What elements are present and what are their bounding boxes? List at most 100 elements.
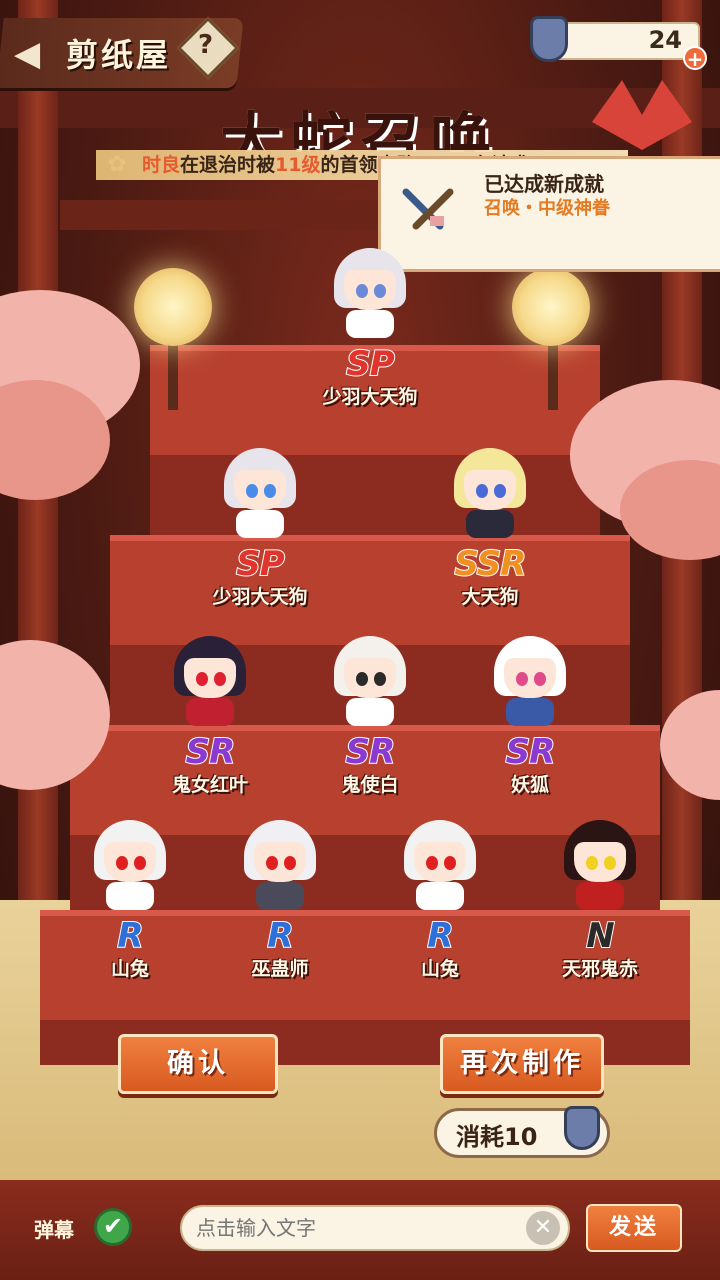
make-again-button[interactable]: 再次制作	[440, 1034, 604, 1094]
rarity-badge: R	[426, 915, 454, 957]
portrait-body	[346, 310, 394, 338]
portrait-face	[344, 658, 396, 698]
portrait-eye	[116, 856, 128, 870]
shikigami-name: 天邪鬼赤	[561, 958, 638, 980]
danmaku-label: 弹幕	[34, 1218, 74, 1242]
shikigami-name: 山兔	[110, 958, 149, 980]
banner-title: 大蛇召唤	[219, 105, 500, 152]
shikigami-name: 少羽大天狗	[212, 586, 308, 608]
shikigami-card[interactable]: R 巫蛊师	[210, 820, 350, 980]
rarity-badge: SP	[345, 343, 395, 385]
portrait-eye	[246, 484, 258, 498]
portrait-face	[464, 470, 516, 510]
notice-player: 时良	[142, 154, 181, 176]
rarity-badge: R	[116, 915, 144, 957]
shikigami-name: 山兔	[420, 958, 459, 980]
portrait-eye	[284, 856, 296, 870]
shikigami-name: 鬼女红叶	[171, 774, 248, 796]
chevron-left-icon[interactable]: ◀	[14, 34, 40, 74]
shikigami-portrait	[404, 820, 476, 910]
portrait-face	[184, 658, 236, 698]
paper-doll-ticket-icon	[564, 1106, 600, 1150]
portrait-face	[104, 842, 156, 882]
portrait-eye	[196, 672, 208, 686]
portrait-face	[414, 842, 466, 882]
shikigami-name: 少羽大天狗	[322, 386, 418, 408]
shikigami-portrait	[454, 448, 526, 538]
shikigami-portrait	[334, 636, 406, 726]
shikigami-card[interactable]: SSR 大天狗	[420, 448, 560, 608]
portrait-eye	[214, 672, 226, 686]
shikigami-card[interactable]: SR 鬼使白	[300, 636, 440, 796]
rarity-badge: SR	[505, 731, 557, 773]
portrait-eye	[264, 484, 276, 498]
shikigami-card[interactable]: SP 少羽大天狗	[190, 448, 330, 608]
page-title: 剪纸屋	[66, 36, 172, 74]
portrait-eye	[586, 856, 598, 870]
shikigami-card[interactable]: R 山兔	[60, 820, 200, 980]
rarity-badge: R	[266, 915, 294, 957]
portrait-eye	[444, 856, 456, 870]
portrait-eye	[134, 856, 146, 870]
rarity-badge: SR	[345, 731, 397, 773]
portrait-body	[466, 510, 514, 538]
shikigami-card[interactable]: N 天邪鬼赤	[530, 820, 670, 980]
portrait-face	[254, 842, 306, 882]
portrait-face	[504, 658, 556, 698]
clear-icon[interactable]: ✕	[526, 1211, 560, 1245]
paper-doll-ticket-icon	[530, 16, 568, 62]
portrait-eye	[266, 856, 278, 870]
send-button[interactable]: 发送	[586, 1204, 682, 1252]
rarity-badge: SP	[235, 543, 285, 585]
lantern-icon	[512, 268, 590, 346]
portrait-eye	[426, 856, 438, 870]
shikigami-portrait	[334, 248, 406, 338]
achievement-title: 已达成新成就	[484, 172, 604, 196]
achievement-subtitle: 召唤・中级神眷	[484, 198, 610, 219]
add-currency-button[interactable]: +	[683, 46, 707, 70]
sakura-flower-icon: ✿	[108, 152, 127, 177]
portrait-body	[236, 510, 284, 538]
cost-label: 消耗10	[456, 1123, 538, 1151]
portrait-eye	[604, 856, 616, 870]
portrait-body	[186, 698, 234, 726]
portrait-eye	[494, 484, 506, 498]
crossed-swords-icon	[402, 188, 454, 230]
shikigami-card[interactable]: R 山兔	[370, 820, 510, 980]
rarity-badge: N	[585, 915, 615, 957]
shikigami-portrait	[494, 636, 566, 726]
shikigami-name: 大天狗	[461, 586, 519, 608]
shikigami-card[interactable]: SR 鬼女红叶	[140, 636, 280, 796]
shikigami-portrait	[174, 636, 246, 726]
shikigami-card[interactable]: SR 妖狐	[460, 636, 600, 796]
shikigami-portrait	[564, 820, 636, 910]
portrait-body	[256, 882, 304, 910]
shikigami-name: 妖狐	[510, 774, 549, 796]
portrait-eye	[356, 672, 368, 686]
portrait-eye	[374, 284, 386, 298]
rarity-badge: SSR	[454, 543, 528, 585]
shikigami-name: 鬼使白	[341, 774, 399, 796]
shikigami-name: 巫蛊师	[251, 958, 309, 980]
portrait-body	[416, 882, 464, 910]
shikigami-portrait	[94, 820, 166, 910]
summon-result-screen: ◀ 剪纸屋 ? 24 + 大蛇召唤 时良在退治时被11级的首领击败了，正在请求 …	[0, 0, 720, 1280]
notice-level: 11级	[275, 154, 321, 176]
portrait-eye	[476, 484, 488, 498]
confirm-button[interactable]: 确认	[118, 1034, 278, 1094]
portrait-face	[344, 270, 396, 310]
currency-value: 24	[648, 26, 682, 54]
shikigami-card[interactable]: SP 少羽大天狗	[300, 248, 440, 408]
portrait-body	[506, 698, 554, 726]
shikigami-portrait	[224, 448, 296, 538]
notice-text: 在退治时被	[180, 154, 276, 176]
portrait-eye	[534, 672, 546, 686]
rarity-badge: SR	[185, 731, 237, 773]
portrait-eye	[356, 284, 368, 298]
question-icon[interactable]: ?	[198, 30, 213, 60]
chat-input[interactable]	[180, 1205, 570, 1251]
portrait-face	[574, 842, 626, 882]
danmaku-toggle[interactable]: ✔	[94, 1208, 132, 1246]
portrait-eye	[516, 672, 528, 686]
portrait-body	[346, 698, 394, 726]
